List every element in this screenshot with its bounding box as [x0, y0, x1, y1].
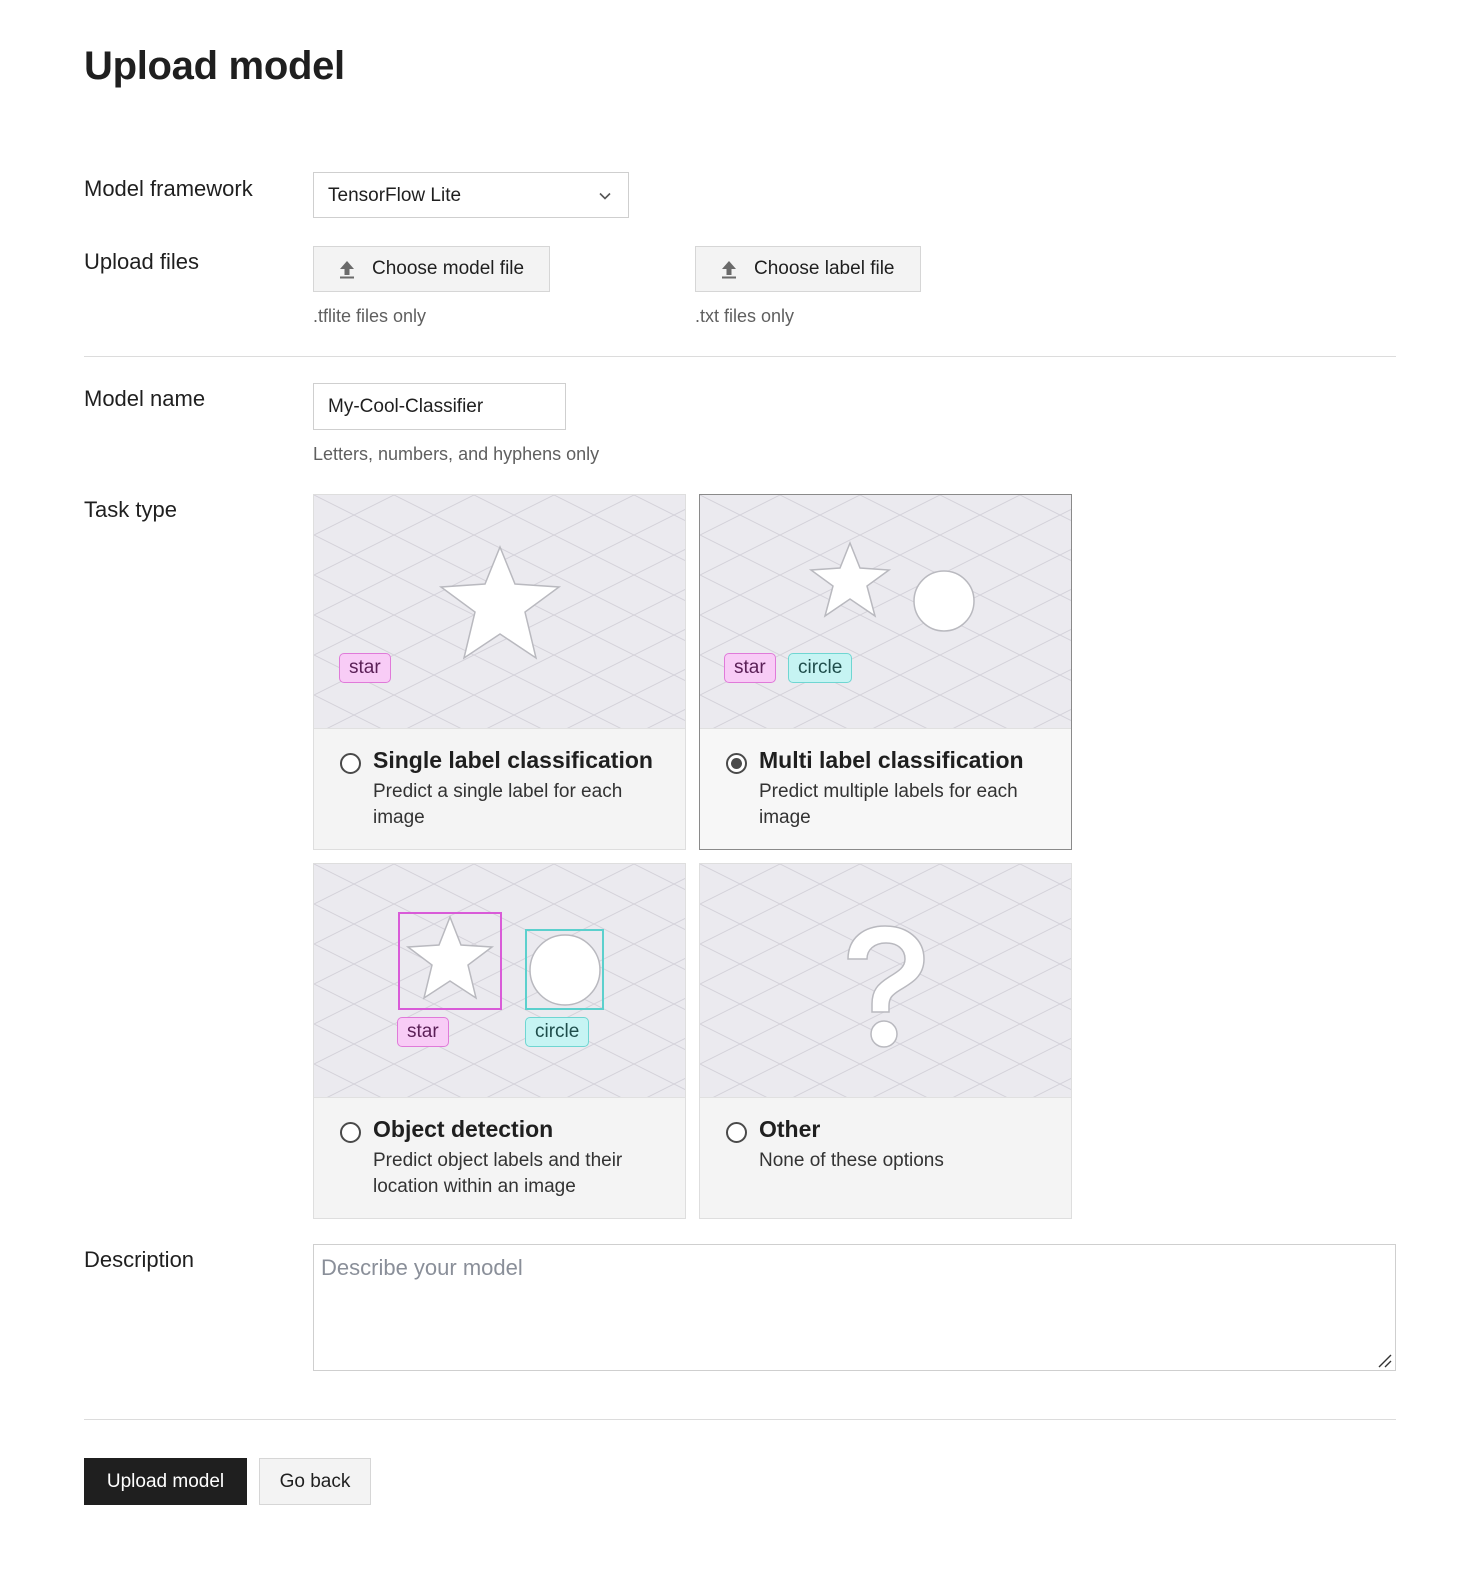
- choose-label-file-button[interactable]: Choose label file: [695, 246, 921, 292]
- option-title: Single label classification: [373, 747, 653, 773]
- task-option-object-detection[interactable]: star circle Object detection Predict obj…: [313, 863, 686, 1219]
- upload-icon: [340, 261, 354, 279]
- option-description: Predict a single label for each image: [373, 781, 623, 828]
- tag-circle: circle: [788, 653, 853, 683]
- description-textarea[interactable]: [313, 1244, 1396, 1371]
- page-title: Upload model: [84, 44, 345, 88]
- model-file-hint: .tflite files only: [313, 306, 427, 326]
- model-framework-label: Model framework: [84, 176, 253, 201]
- model-name-label: Model name: [84, 386, 206, 411]
- model-name-hint: Letters, numbers, and hyphens only: [313, 444, 600, 464]
- task-option-single-label[interactable]: star Single label classification Predict…: [313, 494, 686, 850]
- radio-object-detection[interactable]: [340, 1122, 361, 1143]
- tag-circle: circle: [525, 1017, 590, 1047]
- choose-model-file-button[interactable]: Choose model file: [313, 246, 550, 292]
- section-divider: [84, 1419, 1396, 1420]
- go-back-button[interactable]: Go back: [259, 1458, 371, 1505]
- other-illustration: [700, 864, 1071, 1098]
- model-name-input[interactable]: [313, 383, 566, 430]
- task-option-other[interactable]: Other None of these options: [699, 863, 1072, 1219]
- model-framework-select[interactable]: TensorFlow Lite: [313, 172, 629, 218]
- circle-icon: [913, 570, 975, 632]
- choose-model-file-label: Choose model file: [372, 258, 525, 279]
- choose-label-file-label: Choose label file: [754, 258, 895, 279]
- resize-handle-icon[interactable]: [1376, 1352, 1392, 1368]
- tag-star: star: [724, 653, 776, 683]
- option-title: Multi label classification: [759, 747, 1024, 773]
- option-title: Other: [759, 1116, 821, 1142]
- section-divider: [84, 356, 1396, 357]
- model-framework-value: TensorFlow Lite: [328, 185, 462, 206]
- option-description: Predict multiple labels for each image: [759, 781, 1018, 828]
- upload-icon: [722, 261, 736, 279]
- chevron-down-icon: [599, 192, 611, 200]
- option-description: None of these options: [759, 1150, 944, 1171]
- upload-files-label: Upload files: [84, 249, 199, 274]
- tag-star: star: [397, 1017, 449, 1047]
- radio-single-label[interactable]: [340, 753, 361, 774]
- task-type-label: Task type: [84, 497, 177, 522]
- label-file-hint: .txt files only: [695, 306, 795, 326]
- circle-icon: [529, 934, 601, 1006]
- radio-other[interactable]: [726, 1122, 747, 1143]
- upload-model-button[interactable]: Upload model: [84, 1458, 247, 1505]
- single-label-illustration: star: [314, 495, 685, 729]
- tag-star: star: [339, 653, 391, 683]
- description-label: Description: [84, 1247, 195, 1272]
- option-description: Predict object labels and their location…: [373, 1150, 623, 1197]
- multi-label-illustration: star circle: [700, 495, 1071, 729]
- task-option-multi-label[interactable]: star circle Multi label classification P…: [699, 494, 1072, 850]
- option-title: Object detection: [373, 1116, 554, 1142]
- object-detection-illustration: star circle: [314, 864, 685, 1098]
- radio-multi-label[interactable]: [726, 753, 747, 774]
